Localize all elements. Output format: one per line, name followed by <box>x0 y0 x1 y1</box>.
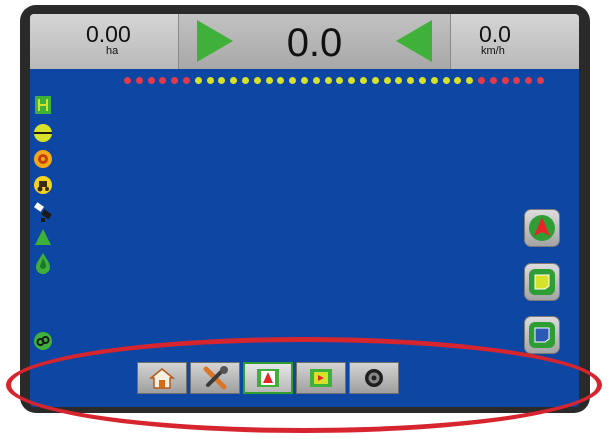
tab-tools[interactable] <box>190 362 240 394</box>
boom-section-dot <box>525 77 533 84</box>
boom-section-dot <box>159 77 167 84</box>
boom-section-dot <box>419 77 426 84</box>
boom-section-dot <box>265 77 273 84</box>
boom-section-dot <box>194 77 202 84</box>
boom-section-dot <box>442 77 450 84</box>
vehicle-view-icon <box>257 369 279 387</box>
map-view-icon <box>529 269 555 295</box>
screen-view-button[interactable] <box>524 316 560 354</box>
tilt-icon[interactable] <box>32 226 54 248</box>
boom-section-dot <box>253 77 261 84</box>
tab-field-view[interactable] <box>296 362 346 394</box>
link-icon[interactable] <box>32 330 54 352</box>
boom-section-dot <box>324 77 332 84</box>
guidance-readout[interactable]: 0.0 <box>178 14 451 69</box>
boom-section-dot <box>489 77 497 84</box>
navigation-arrow-icon <box>529 215 555 241</box>
satellite-icon[interactable] <box>32 200 54 222</box>
boom-section-dot <box>336 77 344 84</box>
boom-section-dot <box>537 77 544 84</box>
boom-section-dot <box>147 77 155 84</box>
boom-section-dot <box>312 77 320 84</box>
boom-section-dot <box>501 77 509 84</box>
boom-section-dot <box>395 77 403 84</box>
area-unit: ha <box>106 45 119 57</box>
area-value: 0.00 <box>86 21 131 47</box>
boom-section-dot <box>430 77 438 84</box>
boom-section-dot <box>371 77 379 84</box>
tab-vehicle-view[interactable] <box>243 362 293 394</box>
boom-section-dot <box>218 77 226 84</box>
home-icon <box>149 368 175 389</box>
status-bar: 0.00 ha 0.0 0.0 km/h <box>30 14 579 69</box>
target-icon[interactable] <box>32 148 54 170</box>
field-boundary-icon[interactable] <box>32 94 54 116</box>
boom-section-dot <box>454 77 462 84</box>
map-view-button[interactable] <box>524 263 560 301</box>
speed-value: 0.0 <box>479 21 511 47</box>
boom-section-dot <box>183 77 190 84</box>
guidance-line-icon[interactable] <box>32 122 54 144</box>
speed-unit: km/h <box>481 45 505 57</box>
tools-icon <box>203 366 228 390</box>
tab-camera[interactable] <box>349 362 399 394</box>
boom-section-dot <box>348 77 356 84</box>
boom-section-dot <box>466 77 474 84</box>
boom-section-dot <box>242 77 249 84</box>
boom-section-dot <box>230 77 238 84</box>
boom-section-dot <box>206 77 214 84</box>
boom-section-dot <box>289 77 297 84</box>
speed-readout[interactable]: 0.0 km/h <box>451 14 579 69</box>
screen-view-icon <box>529 322 555 348</box>
boom-section-dot <box>301 77 308 84</box>
boom-section-dot <box>135 77 143 84</box>
camera-icon <box>365 369 383 387</box>
boom-section-dot <box>407 77 415 84</box>
field-view-icon <box>310 369 332 387</box>
main-screen: 0.00 ha 0.0 0.0 km/h <box>30 14 579 407</box>
navigation-arrow-button[interactable] <box>524 209 560 247</box>
drop-icon[interactable] <box>32 252 54 274</box>
area-readout[interactable]: 0.00 ha <box>30 14 178 69</box>
boom-section-dot <box>360 77 367 84</box>
boom-section-dot <box>478 77 485 84</box>
tab-home[interactable] <box>137 362 187 394</box>
boom-section-dot <box>383 77 391 84</box>
boom-section-dot <box>124 77 131 84</box>
steer-left-arrow-icon <box>396 20 432 62</box>
boom-section-dot <box>513 77 521 84</box>
boom-section-dot <box>171 77 179 84</box>
tractor-icon[interactable] <box>32 174 54 196</box>
boom-section-dot <box>277 77 285 84</box>
